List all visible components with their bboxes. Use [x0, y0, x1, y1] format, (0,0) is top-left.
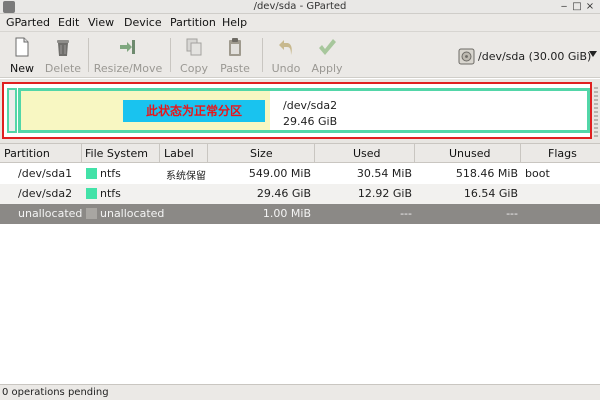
- undo-label: Undo: [271, 62, 301, 75]
- menu-partition[interactable]: Partition: [170, 16, 216, 29]
- cell-flags: boot: [525, 167, 550, 180]
- column-divider[interactable]: [414, 144, 415, 163]
- unallocated-segment[interactable]: [594, 85, 598, 137]
- cell-file-system: ntfs: [100, 167, 121, 180]
- column-divider[interactable]: [207, 144, 208, 163]
- delete-button[interactable]: Delete: [42, 34, 84, 76]
- toolbar-separator: [88, 38, 89, 72]
- maximize-icon[interactable]: □: [571, 1, 583, 13]
- partition-segment-sda1[interactable]: [7, 88, 17, 133]
- copy-button[interactable]: Copy: [176, 34, 212, 76]
- undo-icon: [279, 40, 292, 55]
- checkmark-icon: [319, 39, 336, 55]
- copy-icon: [186, 38, 202, 56]
- copy-label: Copy: [180, 62, 208, 75]
- column-divider[interactable]: [159, 144, 160, 163]
- toolbar-separator: [170, 38, 171, 72]
- close-icon[interactable]: ×: [584, 1, 596, 13]
- segment-partition-name: /dev/sda2: [283, 99, 338, 112]
- paste-button[interactable]: Paste: [216, 34, 254, 76]
- new-label: New: [10, 62, 34, 75]
- cell-size: 1.00 MiB: [262, 207, 311, 220]
- delete-label: Delete: [44, 62, 82, 75]
- dropdown-arrow-icon[interactable]: [589, 51, 597, 57]
- cell-size: 29.46 GiB: [256, 187, 311, 200]
- cell-label: 系统保留: [166, 171, 206, 182]
- menubar: GParted Edit View Device Partition Help: [0, 14, 600, 32]
- column-divider[interactable]: [520, 144, 521, 163]
- table-row[interactable]: /dev/sda2 ntfs 29.46 GiB 12.92 GiB 16.54…: [0, 184, 600, 204]
- device-label: /dev/sda (30.00 GiB): [478, 50, 592, 63]
- cell-partition: /dev/sda2: [18, 187, 73, 200]
- menu-view[interactable]: View: [88, 16, 114, 29]
- column-divider[interactable]: [81, 144, 82, 163]
- minimize-icon[interactable]: ‒: [558, 1, 570, 13]
- annotation-label: 此状态为正常分区: [123, 100, 265, 122]
- disk-map: 此状态为正常分区 /dev/sda2 29.46 GiB: [0, 79, 600, 143]
- column-header-label[interactable]: Label: [164, 147, 194, 160]
- new-document-icon: [15, 37, 29, 57]
- resize-move-label: Resize/Move: [93, 62, 163, 75]
- cell-used: ---: [400, 207, 412, 220]
- cell-unused: 518.46 MiB: [455, 167, 518, 180]
- disk-map-highlight: 此状态为正常分区 /dev/sda2 29.46 GiB: [2, 82, 592, 139]
- filesystem-color-swatch: [86, 188, 97, 199]
- table-row[interactable]: /dev/sda1 ntfs 系统保留 549.00 MiB 30.54 MiB…: [0, 164, 600, 184]
- undo-button[interactable]: Undo: [268, 34, 304, 76]
- segment-partition-size: 29.46 GiB: [283, 115, 338, 128]
- resize-move-icon: [120, 40, 135, 54]
- trash-icon: [57, 40, 69, 56]
- status-bar: 0 operations pending: [0, 384, 600, 400]
- paste-label: Paste: [220, 62, 250, 75]
- column-divider[interactable]: [314, 144, 315, 163]
- column-header-unused[interactable]: Unused: [449, 147, 490, 160]
- toolbar-separator: [262, 38, 263, 72]
- new-button[interactable]: New: [4, 34, 40, 76]
- cell-partition: /dev/sda1: [18, 167, 73, 180]
- cell-partition: unallocated: [18, 207, 83, 220]
- apply-button[interactable]: Apply: [308, 34, 346, 76]
- filesystem-color-swatch: [86, 208, 97, 219]
- resize-move-button[interactable]: Resize/Move: [92, 34, 164, 76]
- menu-device[interactable]: Device: [124, 16, 162, 29]
- menu-help[interactable]: Help: [222, 16, 247, 29]
- table-row[interactable]: unallocated unallocated 1.00 MiB --- ---: [0, 204, 600, 224]
- cell-size: 549.00 MiB: [248, 167, 311, 180]
- column-header-partition[interactable]: Partition: [4, 147, 50, 160]
- cell-unused: 16.54 GiB: [463, 187, 518, 200]
- status-text: 0 operations pending: [2, 387, 109, 398]
- apply-label: Apply: [311, 62, 343, 75]
- device-selector[interactable]: /dev/sda (30.00 GiB): [454, 44, 600, 68]
- partition-segment-sda2[interactable]: 此状态为正常分区 /dev/sda2 29.46 GiB: [18, 88, 590, 133]
- menu-edit[interactable]: Edit: [58, 16, 79, 29]
- cell-used: 12.92 GiB: [357, 187, 412, 200]
- window-titlebar: /dev/sda - GParted ‒ □ ×: [0, 0, 600, 14]
- hard-disk-icon: [458, 48, 475, 65]
- cell-used: 30.54 MiB: [356, 167, 412, 180]
- column-header-size[interactable]: Size: [250, 147, 273, 160]
- cell-unused: ---: [506, 207, 518, 220]
- filesystem-color-swatch: [86, 168, 97, 179]
- column-header-flags[interactable]: Flags: [548, 147, 577, 160]
- window-title: /dev/sda - GParted: [253, 1, 347, 12]
- column-header-used[interactable]: Used: [353, 147, 381, 160]
- clipboard-icon: [229, 38, 241, 56]
- column-header-file-system[interactable]: File System: [85, 147, 148, 160]
- cell-file-system: ntfs: [100, 187, 121, 200]
- partition-table-header: Partition File System Label Size Used Un…: [0, 143, 600, 163]
- menu-gparted[interactable]: GParted: [6, 16, 50, 29]
- cell-file-system: unallocated: [100, 207, 165, 220]
